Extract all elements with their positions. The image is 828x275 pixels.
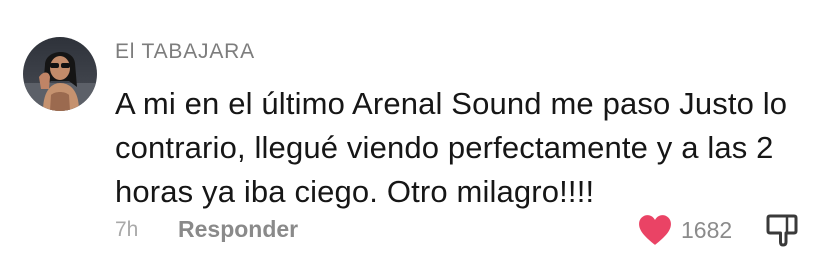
- dislike-button[interactable]: [764, 212, 800, 248]
- comment-item: El TABAJARA A mi en el último Arenal Sou…: [0, 0, 828, 275]
- avatar[interactable]: [23, 37, 97, 111]
- username[interactable]: El TABAJARA: [115, 40, 255, 64]
- thumbs-down-icon: [766, 214, 798, 247]
- comment-actions: 7h Responder 1682: [0, 210, 828, 250]
- comment-text-line: A mi en el último Arenal Sound me paso J…: [115, 86, 788, 121]
- comment-text: A mi en el último Arenal Sound me paso J…: [115, 82, 815, 214]
- like-button[interactable]: 1682: [638, 212, 732, 248]
- comment-text-line: horas ya iba ciego. Otro milagro!!!!: [115, 174, 595, 209]
- avatar-image: [23, 37, 97, 111]
- reply-button[interactable]: Responder: [178, 216, 298, 243]
- heart-icon: [639, 215, 671, 245]
- timestamp: 7h: [115, 218, 139, 241]
- comment-text-line: contrario, llegué viendo perfectamente y…: [115, 130, 774, 165]
- like-count: 1682: [681, 216, 733, 243]
